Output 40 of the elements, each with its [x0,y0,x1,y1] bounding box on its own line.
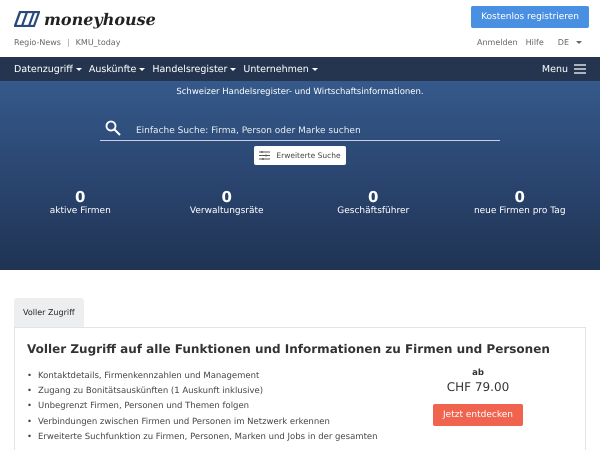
search-field[interactable]: Einfache Suche: Firma, Person oder Marke suchen [100,126,500,141]
menu-button[interactable]: Menu [542,64,586,74]
bullet: • [27,416,32,427]
price-prefix: ab [472,368,484,378]
bullet: • [27,401,32,412]
offer-title: Voller Zugriff auf alle Funktionen und Informationen zu Firmen und Personen [27,342,551,356]
header-link[interactable]: Hilfe [526,38,544,47]
logo-icon [14,11,40,27]
menu-icon [574,64,586,74]
language-dropdown[interactable]: DE [552,38,586,47]
bullet: • [27,432,32,442]
price: CHF 79.00 [446,380,510,394]
stat-label: Geschäftsführer [337,206,410,216]
tab[interactable]: Voller Zugriff [14,298,84,327]
header-link[interactable]: Regio-News [14,38,61,47]
search-icon [105,120,121,136]
logo-wordmark[interactable]: moneyhouse [44,10,156,28]
feature-text: Unbegrenzt Firmen, Personen und Themen folgen [38,401,250,412]
tagline: Schweizer Handelsregister- und Wirtschaftsinformationen. [176,87,424,97]
feature-text: Zugang zu Bonitätsauskünften (1 Auskunft inklusive) [38,386,264,396]
stat-value: 0 [368,188,378,206]
stat-label: aktive Firmen [50,206,111,216]
stat-label: Verwaltungsräte [190,206,264,216]
nav-menu-item[interactable]: Datenzugriff [14,64,82,74]
nav-menu-item[interactable]: Handelsregister [152,64,236,74]
feature-text: Verbindungen zwischen Firmen und Personen im Netzwerk erkennen [38,416,330,427]
feature-text: Erweiterte Suchfunktion zu Firmen, Personen, Marken und Jobs in der gesamten [38,432,378,442]
stat-value: 0 [514,188,525,206]
nav-menu-item[interactable]: Auskünfte [88,64,146,74]
stat-label: neue Firmen pro Tag [474,206,566,216]
stat-value: 0 [75,188,86,206]
header-link[interactable]: Anmelden [477,38,518,47]
bullet: • [27,370,32,381]
feature-text: Kontaktdetails, Firmenkennzahlen und Management [38,370,260,381]
filter-icon [259,151,270,160]
separator: | [66,38,70,47]
bullet: • [27,386,32,396]
header-link[interactable]: KMU_today [76,38,120,47]
stat-value: 0 [222,188,232,206]
nav-menu-item[interactable]: Unternehmen [243,64,318,74]
